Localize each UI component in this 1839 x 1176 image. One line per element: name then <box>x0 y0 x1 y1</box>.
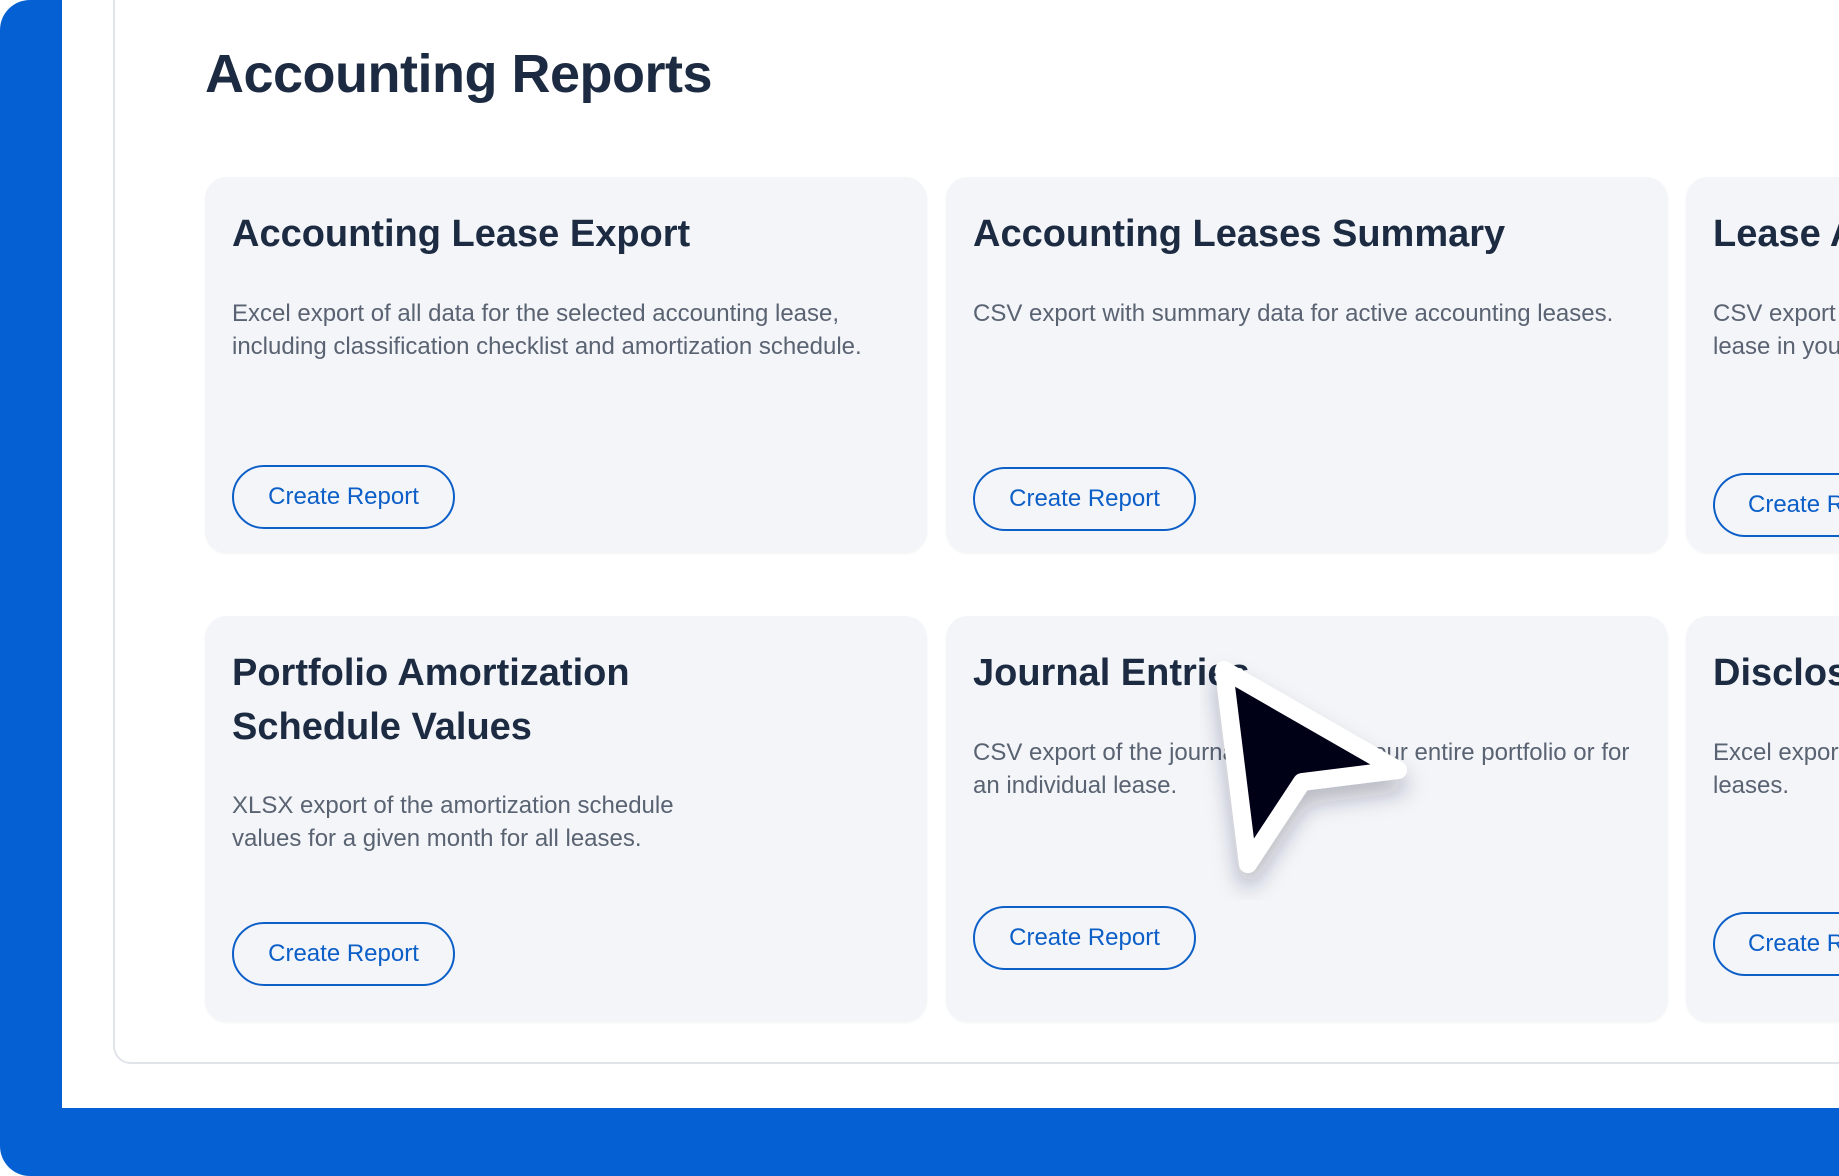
card-description: XLSX export of the amortization schedule… <box>232 792 674 852</box>
create-report-button[interactable]: Create Report <box>973 467 1196 531</box>
card-title: Accounting Leases Summary <box>973 213 1506 255</box>
app-frame: Accounting Reports Accounting Lease Expo… <box>0 0 1839 1176</box>
card-description: Excel export of leases. <box>1713 739 1839 799</box>
create-report-button[interactable]: Create Repor <box>1713 912 1839 976</box>
report-card-disclosure: Disclosur Excel export of leases. Create… <box>1686 616 1839 1022</box>
create-report-button[interactable]: Create Repor <box>1713 473 1839 537</box>
section-title: Accounting Reports <box>205 44 713 104</box>
reports-panel: Accounting Reports Accounting Lease Expo… <box>113 0 1839 1064</box>
create-report-button[interactable]: Create Report <box>973 906 1196 970</box>
card-title: Disclosur <box>1713 652 1839 694</box>
report-card-journal-entries: Journal Entries CSV export of the journa… <box>946 616 1668 1022</box>
report-card-accounting-lease-export: Accounting Lease Export Excel export of … <box>205 177 927 553</box>
card-description: Excel export of all data for the selecte… <box>232 300 862 360</box>
report-card-lease-amortization: Lease Am CSV export of tl lease in your … <box>1686 177 1839 553</box>
content-viewport: Accounting Reports Accounting Lease Expo… <box>62 0 1839 1108</box>
card-title: Lease Am <box>1713 213 1839 255</box>
card-title: Portfolio Amortization Schedule Values <box>232 652 630 748</box>
card-title: Journal Entries <box>973 652 1250 694</box>
card-description: CSV export of the journal entries for yo… <box>973 739 1630 799</box>
report-card-portfolio-amortization: Portfolio Amortization Schedule Values X… <box>205 616 927 1022</box>
create-report-button[interactable]: Create Report <box>232 465 455 529</box>
card-description: CSV export with summary data for active … <box>973 300 1614 327</box>
report-card-accounting-leases-summary: Accounting Leases Summary CSV export wit… <box>946 177 1668 553</box>
create-report-button[interactable]: Create Report <box>232 922 455 986</box>
card-title: Accounting Lease Export <box>232 213 691 255</box>
card-description: CSV export of tl lease in your po <box>1713 300 1839 360</box>
